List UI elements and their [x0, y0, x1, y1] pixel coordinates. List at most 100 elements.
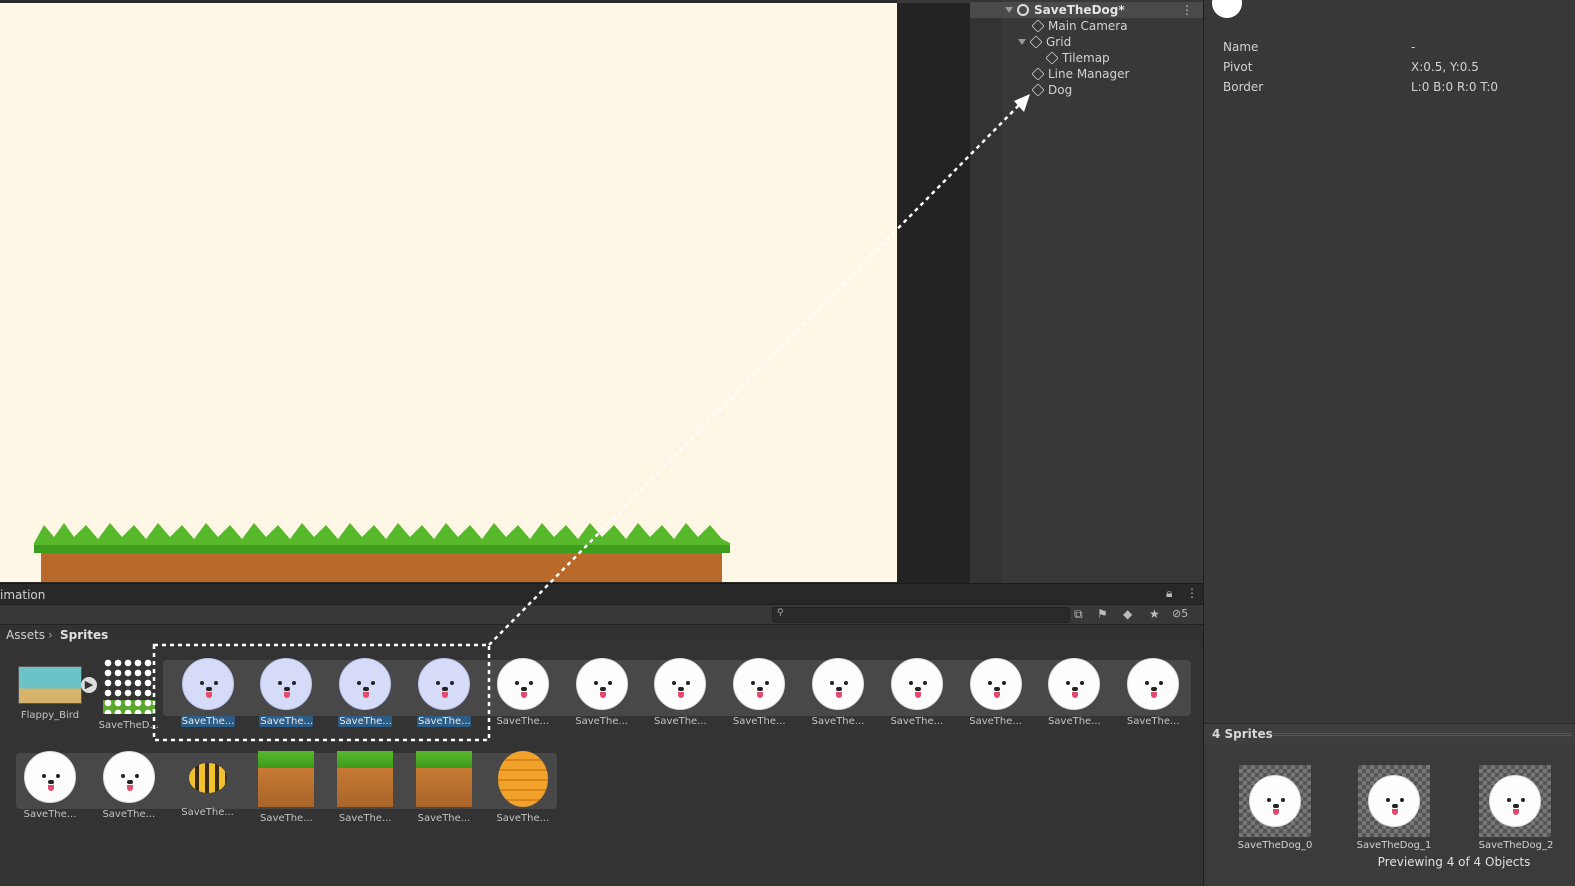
- asset-label: SaveThe...: [23, 809, 77, 820]
- dog-sprite-icon: [969, 658, 1022, 710]
- preview-label: SaveTheDog_2: [1478, 840, 1554, 851]
- grass-tile-icon: [416, 751, 472, 807]
- preview-label: SaveTheDog_1: [1356, 840, 1432, 851]
- border-label: Border: [1223, 80, 1264, 94]
- dog-sprite-icon: [812, 658, 864, 710]
- asset-item[interactable]: SaveThe...: [251, 751, 321, 824]
- dog-sprite-icon: [654, 658, 707, 710]
- tag-icon[interactable]: ◆: [1123, 607, 1132, 621]
- asset-label: SaveThe...: [180, 716, 235, 727]
- asset-item[interactable]: SaveThe...: [645, 658, 715, 727]
- asset-item[interactable]: SaveThe...: [567, 658, 637, 727]
- asset-label: SaveThe...: [890, 716, 944, 727]
- border-value: L:0 B:0 R:0 T:0: [1411, 80, 1499, 94]
- asset-label: SaveThe...: [338, 813, 392, 824]
- breadcrumb: Assets › Sprites: [0, 625, 1203, 645]
- gameobject-icon: [1045, 51, 1059, 65]
- hierarchy-item-label: Dog: [1048, 83, 1073, 97]
- asset-item[interactable]: SaveThe...: [1118, 658, 1188, 727]
- asset-item[interactable]: SaveThe...: [330, 658, 400, 727]
- dog-sprite-icon: [102, 751, 155, 803]
- dog-sprite-icon: [496, 658, 549, 710]
- preview-sprite-0: [1239, 765, 1311, 837]
- unity-scene-icon: [1017, 4, 1029, 16]
- asset-grid: ▶ Flappy_Bird SaveTheD... SaveThe... SaveThe…: [0, 645, 1203, 886]
- project-window: imation 🔒︎ ⋮ ⚲ ⧉ ⚑ ◆ ★ ⊘5 Assets › Sprit…: [0, 583, 1203, 886]
- hierarchy-item-main-camera[interactable]: Main Camera: [1031, 18, 1128, 34]
- asset-item[interactable]: SaveThe...: [882, 658, 952, 727]
- dog-sprite-icon: [575, 658, 628, 710]
- scene-gutter: [897, 0, 970, 583]
- preview-drag-handle[interactable]: [1272, 733, 1572, 736]
- beehive-sprite-icon: [497, 751, 548, 807]
- breadcrumb-sprites[interactable]: Sprites: [60, 625, 108, 645]
- asset-item[interactable]: SaveThe...: [409, 658, 479, 727]
- hierarchy-item-label: Grid: [1046, 35, 1072, 49]
- dog-sprite-icon: [339, 658, 392, 710]
- asset-label: SaveTheD...: [98, 720, 159, 731]
- asset-label: SaveThe...: [969, 716, 1022, 727]
- dog-sprite-icon: [1489, 775, 1541, 827]
- hierarchy-item-label: Line Manager: [1048, 67, 1130, 81]
- asset-item[interactable]: SaveThe...: [724, 658, 794, 727]
- preview-sprite-1: [1358, 765, 1430, 837]
- favorite-star-icon[interactable]: ★: [1149, 607, 1160, 621]
- dog-sprite-icon: [1048, 658, 1101, 710]
- search-input[interactable]: ⚲: [772, 607, 1070, 623]
- preview-header[interactable]: 4 Sprites: [1204, 723, 1575, 745]
- expand-icon[interactable]: [1018, 39, 1026, 45]
- asset-item[interactable]: ▶ Flappy_Bird: [15, 658, 97, 721]
- hierarchy-item-tilemap[interactable]: Tilemap: [1045, 50, 1110, 66]
- expand-icon[interactable]: [1005, 7, 1013, 13]
- asset-item[interactable]: SaveThe...: [1039, 658, 1109, 727]
- scene-view[interactable]: [0, 0, 897, 582]
- gameobject-icon: [1029, 35, 1043, 49]
- preview-title: 4 Sprites: [1212, 727, 1273, 741]
- asset-item[interactable]: SaveTheD...: [94, 658, 164, 731]
- project-tabbar: imation 🔒︎ ⋮: [0, 584, 1203, 605]
- asset-item[interactable]: SaveThe...: [15, 751, 85, 820]
- asset-item[interactable]: SaveThe...: [488, 751, 558, 824]
- dog-sprite-icon: [733, 658, 786, 710]
- dog-sprite-icon: [1368, 775, 1420, 827]
- asset-label: SaveThe...: [811, 716, 865, 727]
- lock-icon[interactable]: 🔒︎: [1166, 586, 1172, 601]
- asset-item[interactable]: SaveThe...: [488, 658, 558, 727]
- asset-item[interactable]: SaveThe...: [173, 658, 243, 727]
- hierarchy-item-dog[interactable]: Dog: [1031, 82, 1073, 98]
- more-options-icon[interactable]: ⋮: [1181, 2, 1193, 18]
- project-toolbar: ⚲ ⧉ ⚑ ◆ ★ ⊘5: [0, 605, 1203, 625]
- more-options-icon[interactable]: ⋮: [1186, 586, 1198, 600]
- search-by-label-icon[interactable]: ⚑: [1097, 607, 1108, 621]
- asset-label: SaveThe...: [575, 716, 628, 727]
- asset-item[interactable]: SaveThe...: [94, 751, 164, 820]
- asset-item[interactable]: SaveThe...: [961, 658, 1031, 727]
- hierarchy-panel: SaveTheDog* ⋮ Main Camera Grid Tilemap L…: [970, 0, 1203, 583]
- hidden-count: 5: [1181, 607, 1189, 620]
- preview-label: SaveTheDog_0: [1237, 840, 1313, 851]
- asset-label: SaveThe...: [1048, 716, 1101, 727]
- dog-sprite-icon: [1249, 775, 1301, 827]
- hierarchy-item-line-manager[interactable]: Line Manager: [1031, 66, 1130, 82]
- asset-item[interactable]: SaveThe...: [803, 658, 873, 727]
- tab-animation[interactable]: imation: [0, 588, 45, 602]
- inspector-panel: Name - Pivot X:0.5, Y:0.5 Border L:0 B:0…: [1203, 0, 1575, 886]
- hierarchy-scene-row[interactable]: SaveTheDog* ⋮: [970, 2, 1203, 18]
- asset-label: SaveThe...: [102, 809, 156, 820]
- breadcrumb-assets[interactable]: Assets: [6, 625, 45, 645]
- asset-item[interactable]: SaveThe...: [409, 751, 479, 824]
- asset-label: SaveThe...: [181, 807, 234, 818]
- asset-item[interactable]: SaveThe...: [173, 751, 243, 818]
- hierarchy-item-grid[interactable]: Grid: [1018, 34, 1071, 50]
- hierarchy-item-label: Tilemap: [1062, 51, 1110, 65]
- asset-label: SaveThe...: [496, 716, 550, 727]
- asset-item[interactable]: SaveThe...: [330, 751, 400, 824]
- name-value: -: [1411, 40, 1416, 54]
- asset-item[interactable]: SaveThe...: [251, 658, 321, 727]
- pivot-value: X:0.5, Y:0.5: [1411, 60, 1479, 74]
- hidden-packages-icon[interactable]: ⊘5: [1172, 607, 1188, 620]
- search-by-type-icon[interactable]: ⧉: [1074, 607, 1083, 622]
- asset-label: SaveThe...: [1126, 716, 1180, 727]
- breadcrumb-separator-icon: ›: [48, 628, 53, 642]
- flappy-bird-scene-icon: ▶: [18, 666, 97, 704]
